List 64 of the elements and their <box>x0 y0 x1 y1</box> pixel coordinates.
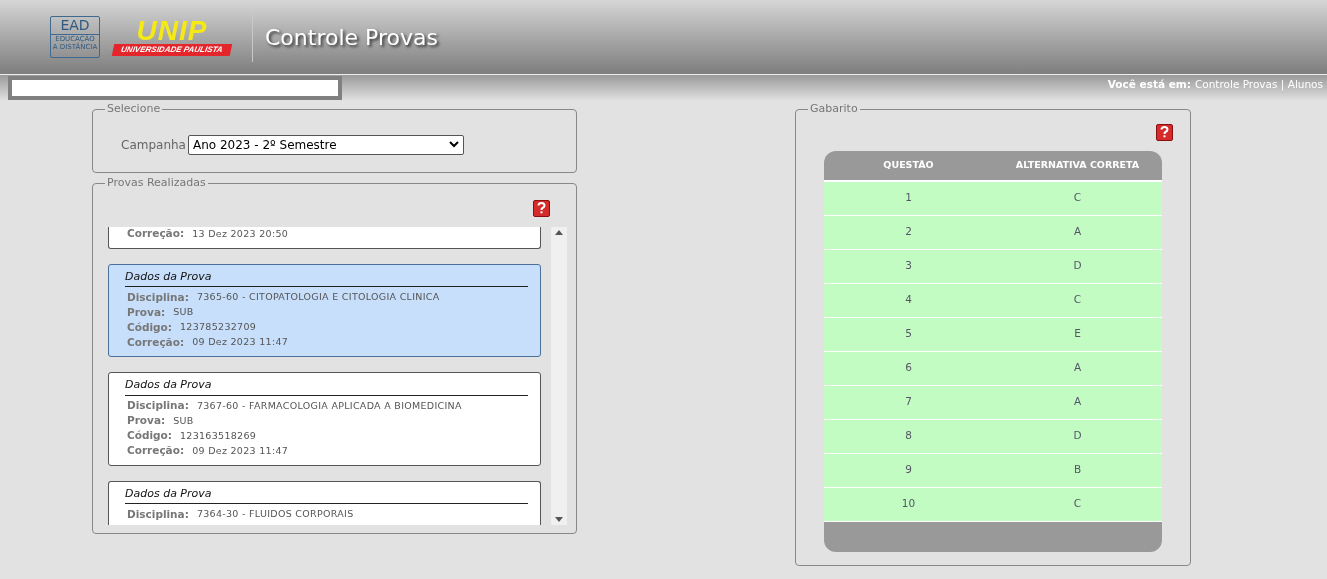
field-value: 7367-60 - FARMACOLOGIA APLICADA A BIOMEDICINA <box>196 398 462 413</box>
field-value: 123785232709 <box>179 320 257 335</box>
table-cell-text: C <box>1072 190 1083 206</box>
table-cell-text: 2 <box>904 224 913 240</box>
scroll-down-icon[interactable] <box>555 516 563 522</box>
panel-legend: Selecione <box>105 101 163 118</box>
column-header: ALTERNATIVA CORRETA <box>1014 157 1141 172</box>
table-cell-text: 5 <box>904 326 913 342</box>
panel-legend: Gabarito <box>808 101 860 118</box>
table-cell-text: 10 <box>900 496 917 512</box>
field-value: 09 Dez 2023 11:47 <box>192 335 289 350</box>
input-field[interactable] <box>8 76 342 100</box>
field-label: Prova: <box>127 304 166 320</box>
table-cell-text: C <box>1072 292 1083 308</box>
scrollbar[interactable] <box>551 226 567 525</box>
table-cell-text: 4 <box>904 292 913 308</box>
table-cell-text: 1 <box>904 190 913 206</box>
table-cell-text: A <box>1072 224 1083 240</box>
table-cell-text: E <box>1073 326 1082 342</box>
column-header: QUESTÃO <box>882 157 935 172</box>
scroll-up-icon[interactable] <box>555 229 563 235</box>
field-label: Campanha <box>121 136 186 154</box>
app-title: Controle Provas <box>265 23 438 52</box>
field-value: 13 Dez 2023 20:50 <box>192 226 289 241</box>
help-icon[interactable] <box>1156 123 1173 141</box>
table-cell-text: 8 <box>904 428 913 444</box>
help-icon[interactable] <box>533 199 550 217</box>
exam-card[interactable]: Dados da Prova Disciplina: 7364-30 - FLUIDOS CORPORAIS <box>108 480 541 525</box>
table-cell-text: B <box>1072 462 1083 478</box>
exam-card[interactable]: Correção: 13 Dez 2023 20:50 <box>108 226 541 249</box>
table-cell-text: 3 <box>904 258 913 274</box>
field-label: Disciplina: <box>127 398 189 414</box>
table-cell-text: 6 <box>904 360 913 376</box>
campaign-select[interactable]: Ano 2023 - 2º Semestre <box>187 134 464 155</box>
exam-card[interactable]: Dados da Prova Disciplina: 7367-60 - FARMACOLOGIA APLICADA A BIOMEDICINA Prova: SUB Código: 123163518269 Correção: 09 Dez 2023 11:47 <box>108 372 541 466</box>
table-cell-text: C <box>1072 496 1083 512</box>
chevron-down-icon <box>448 141 459 148</box>
exam-card[interactable]: Dados da Prova Disciplina: 7365-60 - CITOPATOLOGIA E CITOLOGIA CLINICA Prova: SUB Código: 123785232709 Correção: 09 Dez 2023 11:47 <box>108 263 541 357</box>
breadcrumb-label: Você está em: <box>1107 77 1191 92</box>
table-cell-text: D <box>1072 428 1083 444</box>
field-value: 123163518269 <box>179 428 257 443</box>
table-cell-text: 7 <box>904 394 913 410</box>
card-title: Dados da Prova <box>125 268 528 287</box>
card-title: Dados da Prova <box>125 485 528 504</box>
field-value: 09 Dez 2023 11:47 <box>192 443 289 458</box>
panel-legend: Provas Realizadas <box>105 175 208 192</box>
table-cell-text: D <box>1072 258 1083 274</box>
field-value: 7365-60 - CITOPATOLOGIA E CITOLOGIA CLINICA <box>196 290 440 305</box>
card-title: Dados da Prova <box>125 377 528 396</box>
field-value: 7364-30 - FLUIDOS CORPORAIS <box>196 507 354 522</box>
table-cell-text: 9 <box>904 462 913 478</box>
field-value: SUB <box>173 413 194 428</box>
field-label: Correção: <box>127 334 185 350</box>
field-label: Disciplina: <box>127 506 189 522</box>
field-label: Correção: <box>127 226 185 242</box>
table-cell-text: A <box>1072 360 1083 376</box>
field-value: SUB <box>173 305 194 320</box>
field-label: Disciplina: <box>127 289 189 305</box>
field-label: Código: <box>127 428 172 444</box>
field-label: Correção: <box>127 443 185 459</box>
field-label: Prova: <box>127 413 166 429</box>
field-label: Código: <box>127 319 172 335</box>
unip-logo: UNIP UNIVERSIDADE PAULISTA <box>112 18 232 56</box>
table-cell-text: A <box>1072 394 1083 410</box>
